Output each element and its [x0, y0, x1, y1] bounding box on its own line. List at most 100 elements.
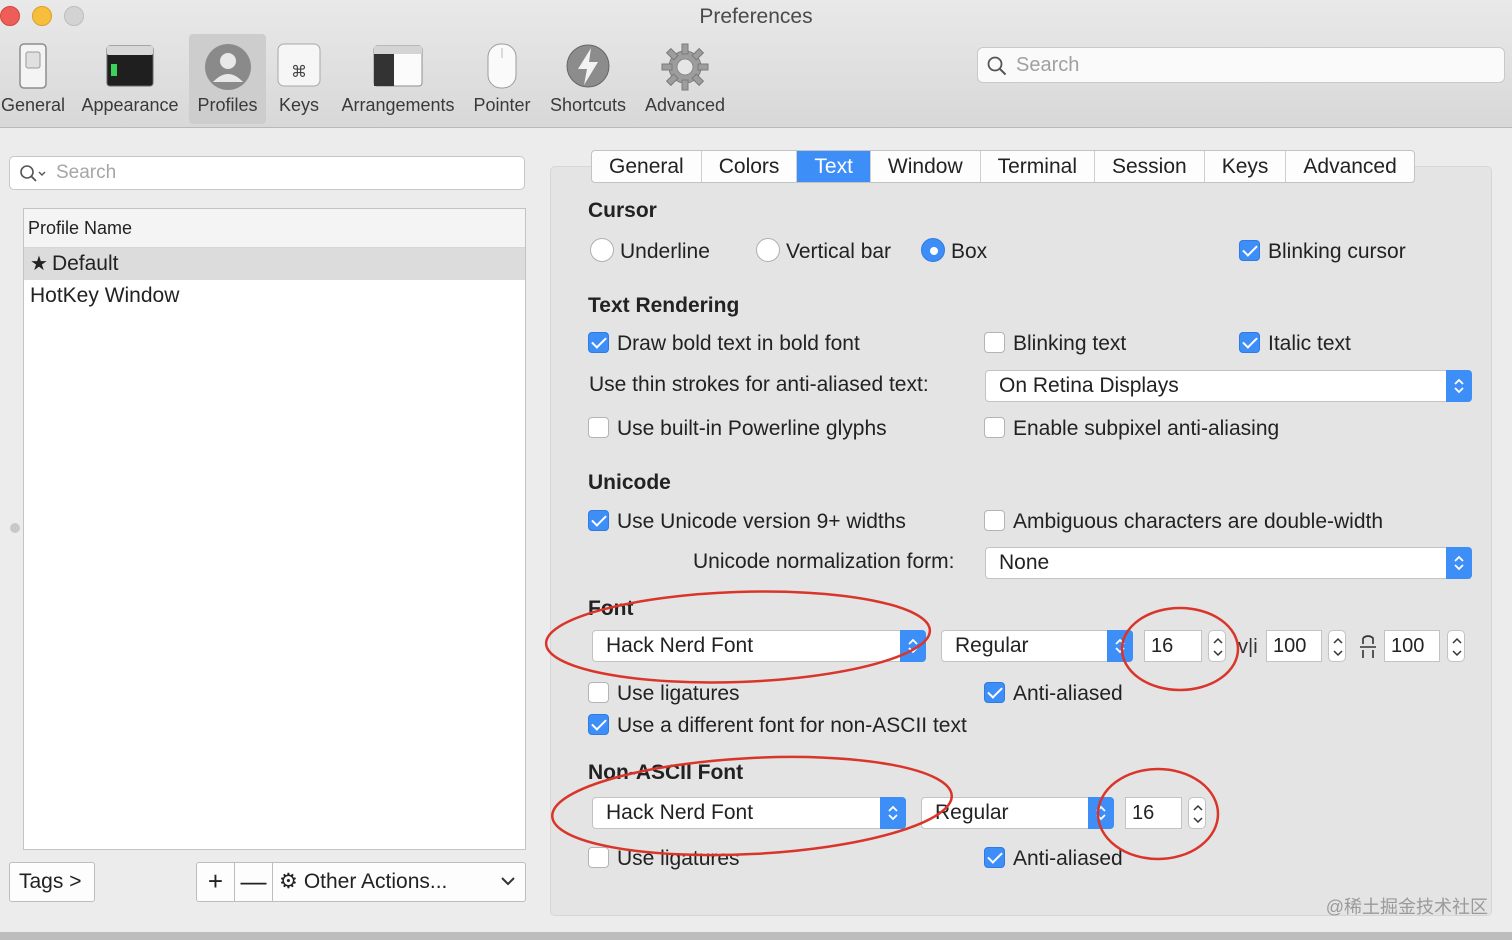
profile-name-column-header[interactable]: Profile Name: [24, 209, 525, 248]
non-ascii-font-family-select[interactable]: Hack Nerd Font: [592, 797, 906, 829]
checkbox[interactable]: [984, 331, 1005, 353]
up-down-arrows-icon: [900, 630, 926, 662]
font-ligatures-checkbox[interactable]: Use ligatures: [588, 681, 740, 707]
radio-button-selected[interactable]: [921, 238, 945, 263]
tab-advanced[interactable]: Advanced: [1286, 151, 1413, 182]
tab-session[interactable]: Session: [1095, 151, 1205, 182]
bold-in-bold-checkbox[interactable]: Draw bold text in bold font: [588, 331, 860, 357]
option-label: Italic text: [1268, 332, 1351, 355]
other-actions-button[interactable]: ⚙ Other Actions...: [279, 863, 447, 901]
chevron-down-icon[interactable]: [501, 863, 515, 901]
checkbox-checked[interactable]: [984, 681, 1005, 703]
window-title: Preferences: [699, 5, 813, 28]
checkbox-checked[interactable]: [984, 846, 1005, 868]
checkbox-checked[interactable]: [1239, 239, 1260, 261]
unicode-normalization-select[interactable]: None: [985, 547, 1472, 579]
vertical-spacing-stepper[interactable]: [1447, 630, 1465, 662]
preferences-search[interactable]: [977, 47, 1505, 83]
profile-search[interactable]: [9, 156, 525, 190]
font-anti-aliased-checkbox[interactable]: Anti-aliased: [984, 681, 1123, 707]
vertical-spacing-field[interactable]: 100: [1384, 630, 1440, 662]
profile-person-icon: [204, 44, 251, 90]
search-icon: [987, 56, 1007, 76]
checkbox-checked[interactable]: [1239, 331, 1260, 353]
unicode-v9-widths-checkbox[interactable]: Use Unicode version 9+ widths: [588, 509, 906, 535]
horizontal-spacing-field[interactable]: 100: [1266, 630, 1322, 662]
non-ascii-font-checkbox[interactable]: Use a different font for non-ASCII text: [588, 713, 967, 739]
non-ascii-font-style-select[interactable]: Regular: [921, 797, 1114, 829]
add-profile-button[interactable]: +: [197, 863, 235, 901]
toolbar-arrangements[interactable]: Arrangements: [336, 34, 460, 124]
font-section-title: Font: [588, 597, 634, 620]
tab-window[interactable]: Window: [871, 151, 981, 182]
blinking-text-checkbox[interactable]: Blinking text: [984, 331, 1126, 357]
tab-text[interactable]: Text: [797, 151, 871, 182]
font-size-stepper[interactable]: [1208, 630, 1226, 662]
select-value: Hack Nerd Font: [606, 801, 754, 824]
toolbar-appearance[interactable]: Appearance: [78, 34, 182, 124]
toolbar-profiles[interactable]: Profiles: [189, 34, 266, 124]
non-ascii-anti-aliased-checkbox[interactable]: Anti-aliased: [984, 846, 1123, 872]
toolbar-label: Pointer: [473, 95, 531, 115]
italic-text-checkbox[interactable]: Italic text: [1239, 331, 1351, 357]
mouse-icon: [487, 43, 517, 89]
thin-strokes-select[interactable]: On Retina Displays: [985, 370, 1472, 402]
toolbar-label: Advanced: [644, 95, 726, 115]
up-down-arrows-icon: [1088, 797, 1114, 829]
remove-profile-button[interactable]: —: [235, 863, 273, 901]
option-label: Use ligatures: [617, 682, 740, 705]
profile-row-default[interactable]: ★ Default: [24, 248, 525, 280]
tab-colors[interactable]: Colors: [702, 151, 798, 182]
checkbox[interactable]: [588, 846, 609, 868]
ambiguous-double-width-checkbox[interactable]: Ambiguous characters are double-width: [984, 509, 1383, 535]
select-value: On Retina Displays: [999, 374, 1179, 397]
checkbox[interactable]: [588, 416, 609, 438]
cursor-underline-option[interactable]: Underline: [590, 238, 710, 265]
checkbox-checked[interactable]: [588, 509, 609, 531]
cursor-box-option[interactable]: Box: [921, 238, 987, 265]
preferences-search-input[interactable]: [1014, 51, 1494, 79]
font-style-select[interactable]: Regular: [941, 630, 1133, 662]
option-label: Anti-aliased: [1013, 682, 1123, 705]
checkbox[interactable]: [984, 509, 1005, 531]
splitter-handle[interactable]: [10, 523, 20, 533]
non-ascii-ligatures-checkbox[interactable]: Use ligatures: [588, 846, 740, 872]
tab-terminal[interactable]: Terminal: [981, 151, 1095, 182]
toolbar-general[interactable]: General: [0, 34, 66, 124]
horizontal-spacing-stepper[interactable]: [1328, 630, 1346, 662]
checkbox[interactable]: [588, 681, 609, 703]
subpixel-antialiasing-checkbox[interactable]: Enable subpixel anti-aliasing: [984, 416, 1279, 442]
toolbar-pointer[interactable]: Pointer: [468, 34, 536, 124]
radio-button[interactable]: [590, 238, 614, 263]
checkbox[interactable]: [984, 416, 1005, 438]
tags-button[interactable]: Tags >: [9, 862, 95, 902]
select-value: None: [999, 551, 1050, 574]
option-label: Blinking cursor: [1268, 240, 1406, 263]
font-size-field[interactable]: 16: [1144, 630, 1202, 662]
powerline-glyphs-checkbox[interactable]: Use built-in Powerline glyphs: [588, 416, 887, 442]
toolbar-label: Profiles: [197, 95, 258, 115]
checkbox-checked[interactable]: [588, 331, 609, 353]
search-dropdown-icon: [20, 165, 46, 182]
radio-button[interactable]: [756, 238, 780, 263]
font-family-select[interactable]: Hack Nerd Font: [592, 630, 926, 662]
up-down-arrows-icon: [1107, 630, 1133, 662]
non-ascii-font-size-field[interactable]: 16: [1125, 797, 1182, 829]
non-ascii-font-size-stepper[interactable]: [1188, 797, 1206, 829]
toolbar-keys[interactable]: ⌘ Keys: [272, 34, 326, 124]
option-label: Anti-aliased: [1013, 847, 1123, 870]
gear-icon: ⚙: [279, 870, 298, 893]
cursor-vertical-bar-option[interactable]: Vertical bar: [756, 238, 891, 265]
toolbar-shortcuts[interactable]: Shortcuts: [544, 34, 632, 124]
command-key-icon: ⌘: [277, 43, 321, 87]
profile-search-input[interactable]: [54, 160, 514, 186]
blinking-cursor-checkbox[interactable]: Blinking cursor: [1239, 239, 1406, 265]
profile-row-hotkey-window[interactable]: HotKey Window: [24, 280, 525, 312]
svg-text:⌘: ⌘: [291, 62, 307, 81]
checkbox-checked[interactable]: [588, 713, 609, 735]
option-label: Use ligatures: [617, 847, 740, 870]
tab-keys[interactable]: Keys: [1205, 151, 1287, 182]
cursor-section-title: Cursor: [588, 199, 657, 222]
toolbar-advanced[interactable]: Advanced: [640, 34, 730, 124]
tab-general[interactable]: General: [592, 151, 702, 182]
